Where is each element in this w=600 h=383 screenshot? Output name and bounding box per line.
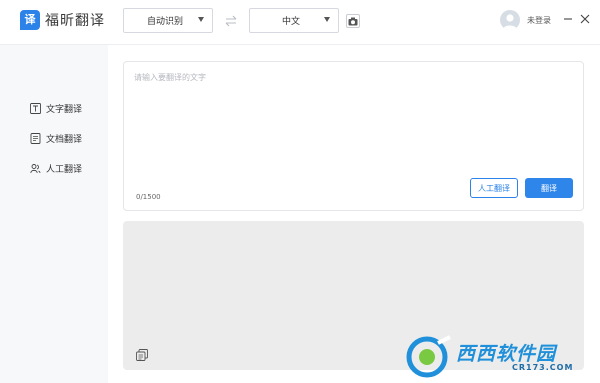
title-bar: 译 福昕翻译 自动识别 中文 未登录 [0, 0, 600, 45]
human-translate-button[interactable]: 人工翻译 [470, 178, 518, 198]
target-language-label: 中文 [281, 17, 300, 27]
sidebar-item-human-translate[interactable]: 人工翻译 [30, 160, 82, 176]
close-icon[interactable] [578, 11, 592, 25]
sidebar: 文字翻译 文档翻译 人工翻译 [0, 45, 108, 383]
sidebar-item-text-translate[interactable]: 文字翻译 [30, 100, 82, 116]
sidebar-item-document-translate[interactable]: 文档翻译 [30, 130, 82, 146]
chevron-down-icon [324, 17, 330, 22]
source-language-label: 自动识别 [146, 17, 183, 27]
watermark-text: 西西软件园 [456, 343, 557, 365]
human-translate-icon [30, 163, 41, 174]
sidebar-item-label: 文档翻译 [46, 134, 83, 145]
minimize-icon[interactable] [561, 11, 575, 25]
text-translate-icon [30, 102, 41, 114]
source-text-panel: 0/1500 人工翻译 翻译 [123, 61, 584, 211]
source-language-select[interactable]: 自动识别 [123, 8, 213, 33]
logo-badge-icon: 译 [20, 10, 40, 30]
watermark-subtext: CR173.COM [512, 363, 574, 372]
login-link[interactable]: 未登录 [527, 15, 551, 26]
chevron-down-icon [198, 17, 204, 22]
app-title: 福昕翻译 [45, 13, 105, 29]
document-translate-icon [30, 132, 41, 144]
character-counter: 0/1500 [136, 193, 161, 201]
copy-icon[interactable] [136, 346, 148, 361]
target-language-select[interactable]: 中文 [249, 8, 339, 33]
swap-languages-icon[interactable] [224, 13, 238, 27]
app-logo: 译 福昕翻译 [20, 10, 105, 30]
translate-button[interactable]: 翻译 [525, 178, 573, 198]
camera-icon[interactable] [346, 14, 360, 28]
avatar[interactable] [500, 10, 520, 30]
sidebar-item-label: 人工翻译 [46, 164, 83, 175]
sidebar-item-label: 文字翻译 [46, 104, 83, 115]
source-text-input[interactable] [134, 72, 574, 172]
